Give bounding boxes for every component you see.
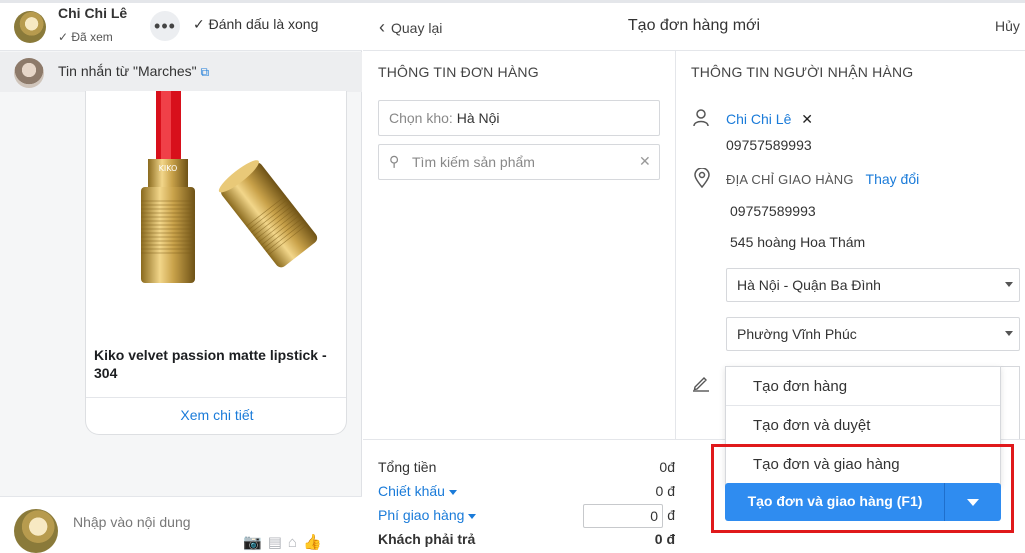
district-select[interactable]: Hà Nội - Quận Ba Đình <box>726 268 1020 302</box>
address-header: ĐỊA CHỈ GIAO HÀNG Thay đổi <box>726 171 919 187</box>
chevron-down-icon <box>1005 282 1013 287</box>
ward-select[interactable]: Phường Vĩnh Phúc <box>726 317 1020 351</box>
user-avatar <box>14 509 58 553</box>
pencil-icon <box>692 374 710 397</box>
compose-bar: Nhập vào nội dung 📷▤⌂👍 <box>0 496 362 553</box>
cancel-button[interactable]: Hủy <box>995 18 1020 34</box>
chat-header: Chi Chi Lê ✓ Đã xem ••• ✓ Đánh dấu là xo… <box>0 3 362 51</box>
shipping-fee-currency: đ <box>667 507 675 523</box>
search-icon: ⚲ <box>389 153 400 169</box>
menu-item-create-and-approve[interactable]: Tạo đơn và duyệt <box>726 406 1000 445</box>
chat-panel: Chi Chi Lê ✓ Đã xem ••• ✓ Đánh dấu là xo… <box>0 3 362 553</box>
mark-done-button[interactable]: ✓ Đánh dấu là xong <box>193 16 318 33</box>
highlight-box <box>711 444 1014 533</box>
close-icon[interactable]: ✕ <box>639 153 651 170</box>
address-phone: 09757589993 <box>730 203 816 219</box>
ellipsis-icon: ••• <box>154 15 176 36</box>
total-label: Tổng tiền <box>378 459 437 475</box>
chevron-down-icon <box>1005 331 1013 336</box>
page-avatar <box>14 58 44 88</box>
like-icon[interactable]: 👍 <box>303 534 328 551</box>
view-detail-link[interactable]: Xem chi tiết <box>86 407 346 423</box>
column-divider <box>675 51 676 439</box>
more-options-button[interactable]: ••• <box>150 11 180 41</box>
quick-reply-icon[interactable]: ▤ <box>268 534 288 551</box>
compose-input[interactable]: Nhập vào nội dung <box>73 514 191 530</box>
amount-due-value: 0 đ <box>654 531 675 547</box>
remove-customer-icon[interactable]: ✕ <box>801 111 813 127</box>
menu-item-create-order[interactable]: Tạo đơn hàng <box>726 367 1000 406</box>
discount-value: 0 đ <box>655 483 675 499</box>
change-address-link[interactable]: Thay đổi <box>866 171 920 187</box>
page-title: Tạo đơn hàng mới <box>627 17 761 34</box>
compose-tools: 📷▤⌂👍 <box>243 533 328 551</box>
caret-down-icon <box>468 513 477 519</box>
order-header: ‹ Quay lại Tạo đơn hàng mới Hủy <box>363 3 1025 51</box>
product-image: KIKO <box>86 91 346 331</box>
customer-name[interactable]: Chi Chi Lê <box>726 111 791 127</box>
warehouse-select[interactable]: Chọn kho: Hà Nội <box>378 100 660 136</box>
shipping-fee-dropdown[interactable]: Phí giao hàng <box>378 507 477 523</box>
customer-phone: 09757589993 <box>726 137 812 153</box>
note-field[interactable] <box>1000 366 1020 440</box>
receiver-info-title: THÔNG TIN NGƯỜI NHẬN HÀNG <box>691 64 914 80</box>
brand-mark: KIKO <box>159 164 178 173</box>
external-link-icon: ⧉ <box>200 65 210 79</box>
total-value: 0đ <box>659 459 675 475</box>
camera-icon[interactable]: 📷 <box>243 534 268 551</box>
customer-name-row: Chi Chi Lê ✕ <box>726 111 813 128</box>
amount-due-label: Khách phải trả <box>378 531 476 547</box>
order-info-title: THÔNG TIN ĐƠN HÀNG <box>378 64 539 80</box>
contact-name[interactable]: Chi Chi Lê <box>58 5 127 21</box>
ward-value: Phường Vĩnh Phúc <box>737 326 857 342</box>
search-placeholder: Tìm kiếm sản phẩm <box>412 154 535 170</box>
product-title: Kiko velvet passion matte lipstick - 304 <box>94 347 327 381</box>
person-icon <box>693 109 709 132</box>
discount-dropdown[interactable]: Chiết khấu <box>378 483 457 499</box>
message-source-text[interactable]: Tin nhắn từ "Marches" ⧉ <box>58 63 209 80</box>
product-search-input[interactable]: ⚲ Tìm kiếm sản phẩm ✕ <box>378 144 660 180</box>
caret-down-icon <box>448 489 457 495</box>
warehouse-value: Hà Nội <box>456 110 500 126</box>
location-pin-icon <box>694 167 710 193</box>
product-card: KIKO Kiko velvet passion matte lipstick … <box>85 91 347 435</box>
address-label: ĐỊA CHỈ GIAO HÀNG <box>726 172 854 187</box>
check-icon: ✓ <box>193 16 209 32</box>
tag-icon[interactable]: ⌂ <box>288 534 303 551</box>
order-panel: ‹ Quay lại Tạo đơn hàng mới Hủy THÔNG TIN… <box>363 3 1025 553</box>
warehouse-label: Chọn kho: <box>389 110 453 126</box>
address-street: 545 hoàng Hoa Thám <box>730 234 866 250</box>
contact-avatar[interactable] <box>14 11 46 43</box>
district-value: Hà Nội - Quận Ba Đình <box>737 277 881 293</box>
message-source-bar: Tin nhắn từ "Marches" ⧉ <box>0 52 362 92</box>
divider <box>86 397 346 398</box>
check-icon: ✓ <box>58 30 72 44</box>
seen-status: ✓ Đã xem <box>58 30 113 44</box>
